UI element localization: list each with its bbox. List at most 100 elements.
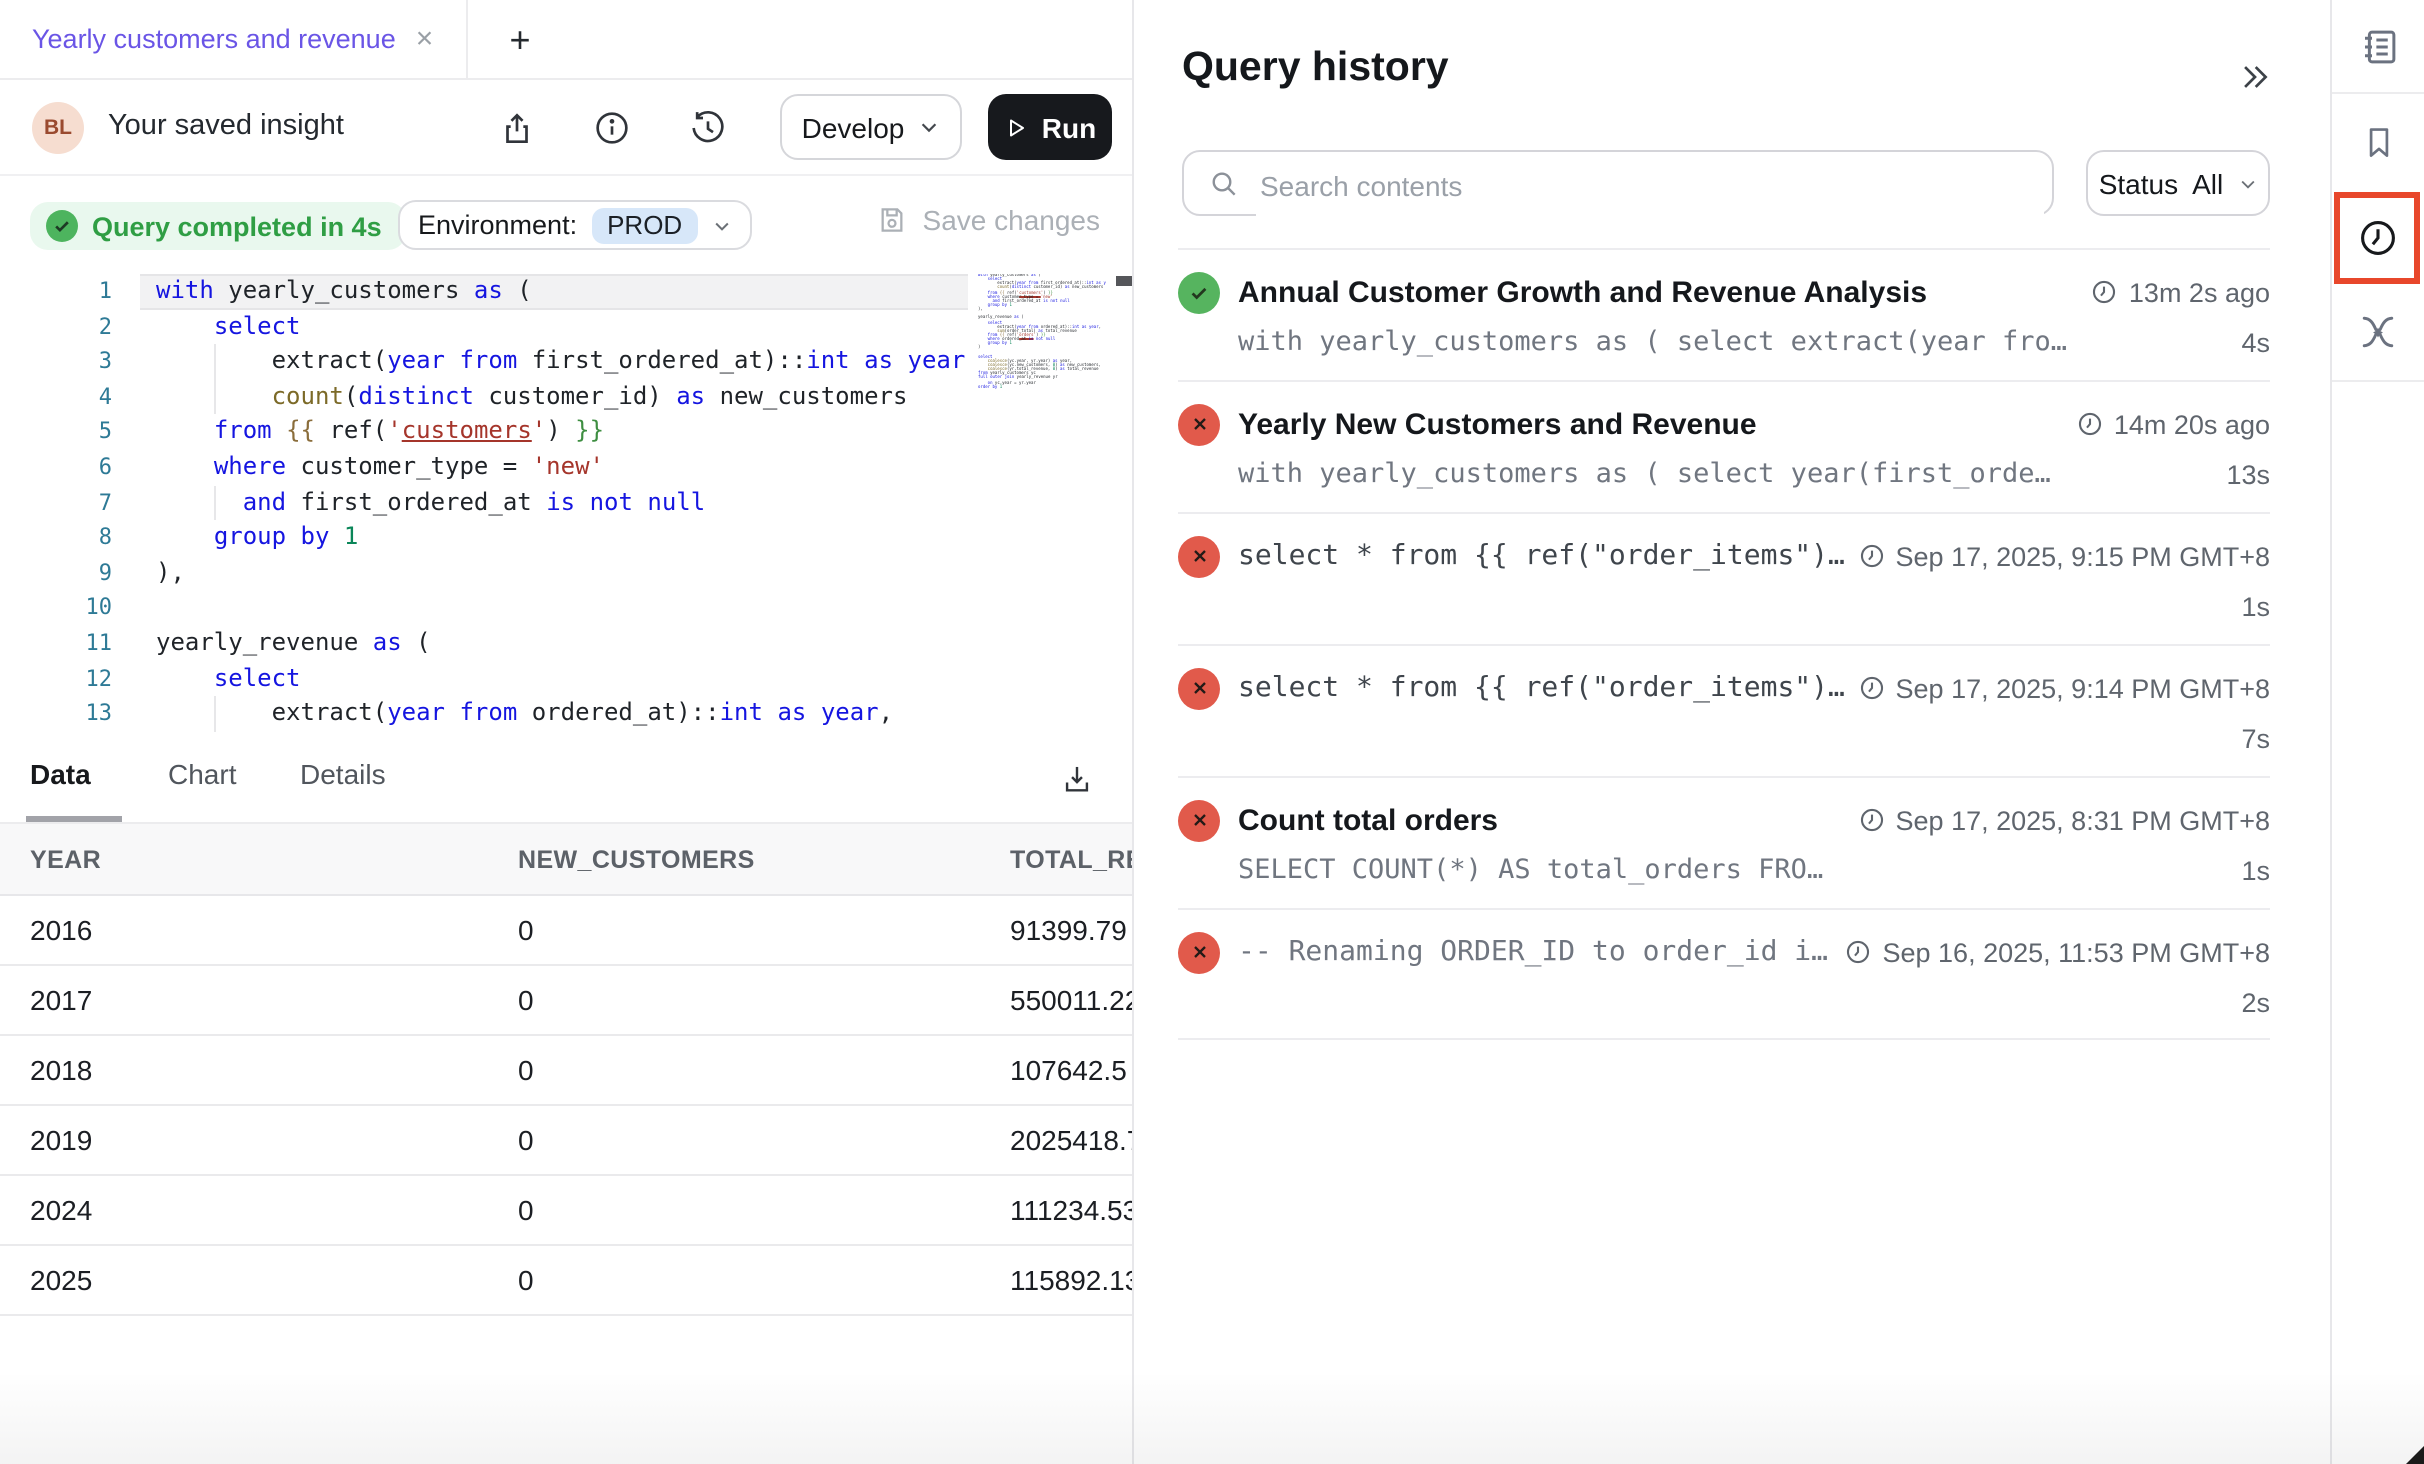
- history-clock-icon: [688, 108, 728, 148]
- environment-value-badge: PROD: [591, 207, 698, 243]
- table-cell: 550011.22: [980, 965, 1132, 1035]
- query-history-item[interactable]: select * from {{ ref("order_items")… Sep…: [1178, 644, 2270, 776]
- table-row: 20180107642.5: [0, 1035, 1132, 1105]
- query-duration: 2s: [2241, 987, 2270, 1017]
- app-window: Yearly customers and revenue × + BL Your…: [0, 0, 2424, 1464]
- query-history-item[interactable]: Annual Customer Growth and Revenue Analy…: [1178, 248, 2270, 380]
- table-cell: 2018: [0, 1035, 488, 1105]
- editor-panel: Yearly customers and revenue × + BL Your…: [0, 0, 1132, 1464]
- query-time: Sep 17, 2025, 8:31 PM GMT+8: [1858, 805, 2270, 835]
- sidebar-divider: [2332, 92, 2424, 94]
- tab-bar: Yearly customers and revenue × +: [0, 0, 1132, 80]
- line-number: 3: [0, 344, 112, 379]
- table-row: 20240111234.53: [0, 1175, 1132, 1245]
- query-time: 13m 2s ago: [2091, 277, 2270, 307]
- tab-details[interactable]: Details: [300, 758, 386, 790]
- code-line[interactable]: 13 extract(year from ordered_at)::int as…: [0, 696, 1132, 731]
- new-tab-button[interactable]: +: [496, 16, 544, 64]
- query-history-item[interactable]: select * from {{ ref("order_items")… Sep…: [1178, 512, 2270, 644]
- table-cell: 115892.13: [980, 1245, 1132, 1315]
- status-filter-dropdown[interactable]: Status All: [2086, 150, 2270, 216]
- develop-button[interactable]: Develop: [780, 94, 962, 160]
- query-history-item[interactable]: -- Renaming ORDER_ID to order_id i… Sep …: [1178, 908, 2270, 1040]
- line-number: 12: [0, 661, 112, 696]
- table-cell: 0: [488, 1105, 980, 1175]
- query-title: Count total orders: [1238, 803, 1858, 837]
- code-line[interactable]: 10: [0, 591, 1132, 626]
- search-box: [1182, 150, 2054, 216]
- sidebar-item-bookmarks[interactable]: [2332, 116, 2424, 168]
- code-line[interactable]: 11yearly_revenue as (: [0, 626, 1132, 661]
- line-number: 5: [0, 415, 112, 450]
- table-row: 2016091399.79: [0, 895, 1132, 965]
- search-icon: [1208, 168, 1240, 200]
- sql-editor[interactable]: 1with yearly_customers as (2 select3 ext…: [0, 274, 1132, 732]
- double-chevron-right-icon: [2237, 59, 2271, 93]
- sidebar-item-notebook[interactable]: [2332, 20, 2424, 72]
- version-history-button[interactable]: [682, 102, 734, 154]
- resize-corner-handle[interactable]: [2406, 1446, 2424, 1464]
- code-line[interactable]: 8 group by 1: [0, 520, 1132, 555]
- info-button[interactable]: [586, 102, 638, 154]
- success-status-icon: [1178, 271, 1220, 313]
- editor-minimap[interactable]: with yearly_customers as ( select extrac…: [978, 274, 1106, 402]
- download-icon: [1059, 761, 1093, 795]
- query-time: 14m 20s ago: [2076, 409, 2270, 439]
- sidebar-item-query-history[interactable]: [2334, 192, 2420, 284]
- clock-icon: [1845, 938, 1873, 966]
- close-tab-icon[interactable]: ×: [416, 24, 434, 54]
- editor-scrollbar-thumb[interactable]: [1116, 276, 1132, 285]
- success-check-icon: [46, 210, 78, 242]
- query-title: Yearly New Customers and Revenue: [1238, 407, 2076, 441]
- table-cell: 0: [488, 965, 980, 1035]
- active-tab-underline: [26, 816, 122, 822]
- search-input[interactable]: [1256, 154, 2044, 216]
- table-cell: 0: [488, 895, 980, 965]
- table-cell: 2024: [0, 1175, 488, 1245]
- code-line[interactable]: 5 from {{ ref('customers') }}: [0, 415, 1132, 450]
- insight-title: Your saved insight: [108, 110, 344, 142]
- table-row: 20250115892.13: [0, 1245, 1132, 1315]
- table-cell: 0: [488, 1035, 980, 1105]
- sidebar-item-explore[interactable]: [2332, 306, 2424, 358]
- table-cell: 2016: [0, 895, 488, 965]
- share-button[interactable]: [490, 102, 542, 154]
- code-line[interactable]: 3 extract(year from first_ordered_at)::i…: [0, 344, 1132, 379]
- status-filter-label: Status: [2099, 167, 2178, 199]
- column-header[interactable]: YEAR: [0, 824, 488, 895]
- table-cell: 2019: [0, 1105, 488, 1175]
- code-line[interactable]: 2 select: [0, 309, 1132, 344]
- column-header[interactable]: NEW_CUSTOMERS: [488, 824, 980, 895]
- results-table: YEARNEW_CUSTOMERSTOTAL_REVENUE 201609139…: [0, 824, 1132, 1316]
- info-icon: [592, 108, 632, 148]
- table-cell: 0: [488, 1245, 980, 1315]
- line-number: 6: [0, 450, 112, 485]
- run-button[interactable]: Run: [988, 94, 1112, 160]
- code-line[interactable]: 4 count(distinct customer_id) as new_cus…: [0, 380, 1132, 415]
- query-title: select * from {{ ref("order_items")…: [1238, 540, 1858, 572]
- line-number: 1: [0, 274, 112, 309]
- page-title: Query history: [1182, 44, 1449, 92]
- code-line[interactable]: 12 select: [0, 661, 1132, 696]
- code-line[interactable]: 7 and first_ordered_at is not null: [0, 485, 1132, 520]
- download-button[interactable]: [1052, 754, 1100, 802]
- line-number: 10: [0, 591, 112, 626]
- query-time: Sep 17, 2025, 9:14 PM GMT+8: [1858, 673, 2270, 703]
- tab-chart[interactable]: Chart: [168, 758, 236, 790]
- query-history-item[interactable]: Count total orders Sep 17, 2025, 8:31 PM…: [1178, 776, 2270, 908]
- query-history-list: Annual Customer Growth and Revenue Analy…: [1178, 248, 2270, 1040]
- code-line[interactable]: 9),: [0, 556, 1132, 591]
- error-status-icon: [1178, 667, 1220, 709]
- column-header[interactable]: TOTAL_REVENUE: [980, 824, 1132, 895]
- tab-yearly-customers[interactable]: Yearly customers and revenue ×: [0, 0, 468, 78]
- collapse-panel-button[interactable]: [2234, 56, 2274, 96]
- environment-dropdown[interactable]: Environment: PROD: [398, 200, 752, 250]
- tab-data[interactable]: Data: [30, 758, 91, 790]
- line-number: 11: [0, 626, 112, 661]
- query-history-item[interactable]: Yearly New Customers and Revenue 14m 20s…: [1178, 380, 2270, 512]
- clock-icon: [2091, 278, 2119, 306]
- share-icon: [497, 109, 535, 147]
- code-line[interactable]: 1with yearly_customers as (: [0, 274, 1132, 309]
- save-changes-button[interactable]: Save changes: [877, 204, 1100, 236]
- code-line[interactable]: 6 where customer_type = 'new': [0, 450, 1132, 485]
